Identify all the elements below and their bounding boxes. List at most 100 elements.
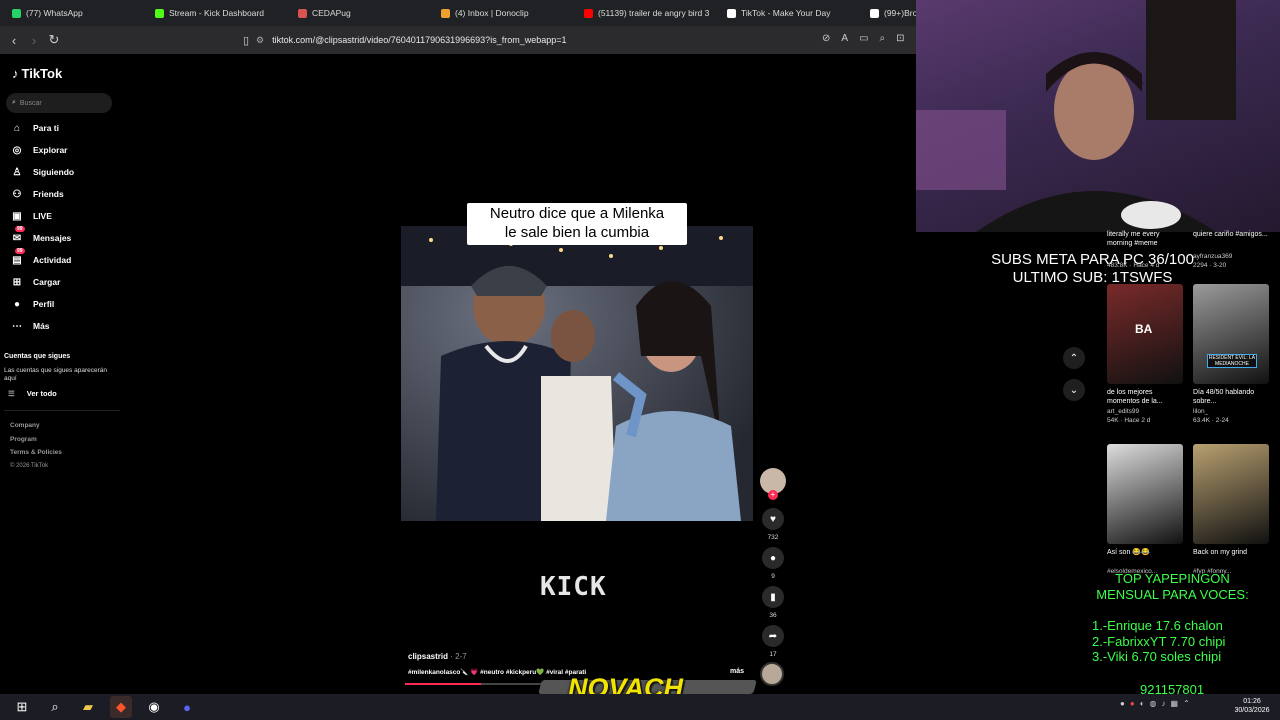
donor-entry: 3.-Viki 6.70 soles chipi [1092, 649, 1222, 664]
tab-title: Stream - Kick Dashboard [169, 8, 264, 18]
footer-link[interactable]: Program [10, 436, 37, 443]
feed-user[interactable]: lilon_ [1193, 408, 1273, 415]
feed-title[interactable]: literally me every morning #meme [1107, 230, 1185, 248]
nav-item-mensajes[interactable]: ✉ 99 Mensajes [10, 226, 71, 247]
kick-watermark: KICK [540, 572, 607, 602]
feed-stats: 54K · Hace 2 d [1107, 417, 1151, 424]
video-caption: Neutro dice que a Milenka le sale bien l… [467, 203, 687, 245]
share-icon[interactable]: ➦ [762, 625, 784, 647]
system-tray: ● ● ◐ ◍ ♪ ▦ ⌃ [1120, 699, 1190, 708]
nav-item-live[interactable]: ▣ LIVE [10, 207, 52, 225]
tray-discord-icon[interactable]: ● [1120, 699, 1125, 708]
tab-title: (51139) trailer de angry bird 3 [598, 8, 710, 18]
chevron-down-icon[interactable]: ⌄ [1063, 379, 1085, 401]
feed-thumbnail[interactable] [1193, 444, 1269, 544]
feed-user[interactable]: ayfranzua369 [1193, 253, 1273, 260]
activity-icon: ▤ 99 [12, 248, 25, 266]
feed-title[interactable]: de los mejores momentos de la... [1107, 388, 1185, 406]
feed-thumbnail[interactable]: BA [1107, 284, 1183, 384]
browser-tab[interactable]: (77) WhatsApp [6, 0, 149, 26]
thumb-text: RESIDENT EVIL: LA MEDIANOCHE [1207, 354, 1257, 368]
address-bar[interactable]: ⚙ tiktok.com/@clipsastrid/video/76040117… [256, 30, 896, 50]
tray-volume-icon[interactable]: ♪ [1162, 699, 1166, 708]
site-info-icon[interactable]: ⚙ [256, 35, 264, 46]
nav-label: Para ti [33, 123, 59, 133]
back-icon[interactable]: ‹ [4, 30, 24, 50]
nav-label: LIVE [33, 211, 52, 221]
music-disc-icon[interactable] [760, 662, 784, 686]
nav-label: Actividad [33, 255, 72, 265]
tab-title: (77) WhatsApp [26, 8, 83, 18]
webcam-feed [916, 0, 1280, 232]
taskbar-search-icon[interactable]: ⌕ [44, 696, 66, 718]
video-player[interactable] [401, 226, 753, 521]
nav-item-siguiendo[interactable]: ♙ Siguiendo [10, 163, 75, 181]
comment-icon[interactable]: ● [762, 547, 784, 569]
windows-start-icon[interactable]: ⊞ [11, 696, 33, 718]
brave-browser-icon[interactable]: ◆ [110, 696, 132, 718]
video-author[interactable]: clipsastrid · 2-7 [408, 652, 467, 661]
forward-icon[interactable]: › [24, 30, 44, 50]
live-icon: ▣ [12, 210, 22, 222]
nav-item-friends[interactable]: ⚇ Friends [10, 185, 64, 203]
tray-app-icon[interactable]: ◐ [1140, 699, 1145, 708]
more-link[interactable]: más [730, 668, 744, 675]
tray-chevron-icon[interactable]: ⌃ [1183, 699, 1190, 708]
nav-item-para-ti[interactable]: ⌂ Para ti [10, 119, 59, 137]
feed-title[interactable]: Día 48/50 hablando sobre... [1193, 388, 1271, 406]
feed-title[interactable]: Back on my grind [1193, 548, 1271, 557]
follow-plus-icon[interactable]: + [768, 490, 778, 500]
obs-icon[interactable]: ◉ [143, 696, 165, 718]
upload-icon: ⊞ [12, 276, 22, 288]
see-all-link[interactable]: ☰ Ver todo [8, 389, 57, 398]
footer-link[interactable]: Company [10, 422, 40, 429]
donor-entry: 1.-Enrique 17.6 chalon [1092, 618, 1223, 633]
tiktok-note-icon: ♪ [12, 66, 19, 81]
feed-title[interactable]: Así son 😂😂 [1107, 548, 1185, 557]
tab-favicon-icon [870, 8, 879, 18]
progress-fill [405, 683, 481, 685]
nav-item-actividad[interactable]: ▤ 99 Actividad [10, 248, 72, 269]
clock[interactable]: 01:26 30/03/2026 [1228, 697, 1276, 715]
file-explorer-icon[interactable]: ▰ [77, 696, 99, 718]
notification-badge: 99 [15, 248, 25, 254]
browser-tab[interactable]: CEDAPug [292, 0, 435, 26]
feed-thumbnail[interactable] [1107, 444, 1183, 544]
footer-link[interactable]: Terms & Policies [10, 449, 62, 456]
reader-icon[interactable]: ⊘ [822, 33, 830, 44]
tray-mic-icon[interactable]: ● [1130, 699, 1135, 708]
feed-title[interactable]: quiere cariño #amigos... [1193, 230, 1271, 239]
feed-user[interactable]: art_edits99 [1107, 408, 1187, 415]
tab-title: CEDAPug [312, 8, 351, 18]
windows-taskbar: ⊞ ⌕ ▰ ◆ ◉ ● [0, 694, 1280, 720]
browser-tab[interactable]: (51139) trailer de angry bird 3 [578, 0, 721, 26]
cast-icon[interactable]: ▭ [859, 33, 868, 44]
search-input[interactable]: ⌕ Buscar [6, 93, 112, 113]
browser-tab[interactable]: (4) Inbox | Donoclip [435, 0, 578, 26]
tray-app2-icon[interactable]: ▦ [1171, 699, 1179, 708]
reload-icon[interactable]: ↻ [44, 30, 64, 50]
zoom-icon[interactable]: ⌕ [880, 33, 886, 44]
top-donors-list: 1.-Enrique 17.6 chalon 2.-FabrixxYT 7.70 … [1092, 618, 1262, 665]
nav-label: Más [33, 321, 50, 331]
feed-thumbnail[interactable]: RESIDENT EVIL: LA MEDIANOCHE [1193, 284, 1269, 384]
nav-item-más[interactable]: ⋯ Más [10, 317, 50, 335]
browser-tab[interactable]: TikTok - Make Your Day [721, 0, 864, 26]
nav-item-explorar[interactable]: ◎ Explorar [10, 141, 68, 159]
translate-icon[interactable]: A [841, 33, 848, 44]
bookmark-icon[interactable]: ▯ [236, 30, 256, 50]
tray-network-icon[interactable]: ◍ [1150, 699, 1157, 708]
nav-label: Perfil [33, 299, 55, 309]
comment-count: 9 [771, 573, 775, 580]
sidebar-divider [4, 410, 120, 411]
like-icon[interactable]: ♥ [762, 508, 784, 530]
chevron-up-icon[interactable]: ⌃ [1063, 347, 1085, 369]
nav-item-perfil[interactable]: ● Perfil [10, 295, 54, 313]
following-title: Cuentas que sigues [4, 353, 71, 360]
discord-icon[interactable]: ● [176, 696, 198, 718]
extension-icon[interactable]: ⊡ [896, 33, 904, 44]
bookmark-video-icon[interactable]: ▮ [762, 586, 784, 608]
browser-tab[interactable]: Stream - Kick Dashboard [149, 0, 292, 26]
nav-item-cargar[interactable]: ⊞ Cargar [10, 273, 61, 291]
tiktok-logo[interactable]: ♪ TikTok [12, 66, 62, 81]
